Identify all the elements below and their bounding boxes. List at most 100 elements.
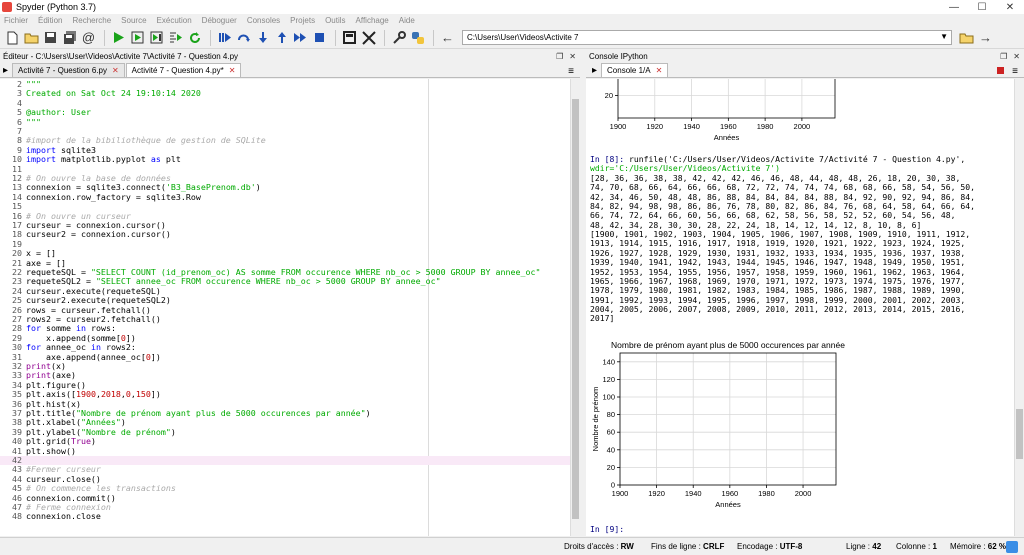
- rerun-icon[interactable]: [186, 29, 203, 46]
- working-directory-value: C:\Users\User\Videos\Activite 7: [467, 33, 579, 42]
- maximize-button[interactable]: ☐: [968, 0, 996, 14]
- close-tab-icon[interactable]: ✕: [229, 66, 236, 75]
- step-icon[interactable]: [235, 29, 252, 46]
- options-menu-icon[interactable]: ≡: [1012, 66, 1018, 77]
- console-pane-title: Console IPython: [589, 52, 648, 61]
- chevron-down-icon[interactable]: ▼: [940, 32, 948, 41]
- code-line[interactable]: 20 x = []: [0, 248, 570, 258]
- status-value: UTF-8: [779, 542, 803, 551]
- code-line[interactable]: 48 connexion.close: [0, 511, 570, 521]
- status-encoding: Encodage : UTF-8: [737, 542, 802, 551]
- scrollbar-thumb[interactable]: [572, 99, 579, 519]
- x-tick-label: 1900: [612, 489, 629, 498]
- working-directory-input[interactable]: C:\Users\User\Videos\Activite 7 ▼: [462, 30, 952, 45]
- y-tick-label: 40: [607, 445, 615, 454]
- tab-label: Activité 7 - Question 4.py*: [131, 66, 224, 75]
- close-pane-icon[interactable]: ✕: [1013, 52, 1020, 61]
- continue-icon[interactable]: [292, 29, 309, 46]
- menu-fichier[interactable]: Fichier: [4, 16, 28, 25]
- undock-icon[interactable]: ❐: [1000, 52, 1007, 61]
- scrollbar-thumb[interactable]: [1016, 409, 1023, 459]
- save-icon[interactable]: [42, 29, 59, 46]
- close-pane-icon[interactable]: ✕: [569, 52, 576, 61]
- code-line[interactable]: 31 axe.append(annee_oc[0]): [0, 352, 570, 362]
- plot-frame: [617, 79, 836, 119]
- x-tick-label: 1980: [757, 122, 774, 131]
- email-icon[interactable]: @: [80, 29, 97, 46]
- status-label: Droits d'accès :: [564, 542, 619, 551]
- menu-deboguer[interactable]: Déboguer: [202, 16, 237, 25]
- console-output-line: 2004, 2005, 2006, 2007, 2008, 2009, 2010…: [590, 303, 966, 314]
- x-axis-label: Années: [715, 500, 741, 509]
- notification-icon[interactable]: [1006, 541, 1018, 553]
- tab-list-icon[interactable]: ▸: [3, 65, 8, 76]
- stop-kernel-icon[interactable]: [997, 67, 1005, 74]
- editor-scrollbar[interactable]: [570, 79, 580, 536]
- ipython-console[interactable]: 1900192019401960198020002040Années In [8…: [586, 79, 1014, 536]
- maximize-pane-icon[interactable]: [341, 29, 358, 46]
- plot-1: 1900192019401960198020002040Années: [600, 79, 840, 141]
- console-scrollbar[interactable]: [1014, 79, 1024, 536]
- code-line[interactable]: 3 Created on Sat Oct 24 19:10:14 2020: [0, 88, 570, 98]
- plot-frame: [619, 352, 837, 486]
- code-line[interactable]: 10 import matplotlib.pyplot as plt: [0, 154, 570, 165]
- save-all-icon[interactable]: [61, 29, 78, 46]
- code-line[interactable]: 14 connexion.row_factory = sqlite3.Row: [0, 192, 570, 202]
- code-text: import matplotlib.pyplot as plt: [26, 154, 181, 165]
- close-window-button[interactable]: ✕: [996, 0, 1024, 14]
- menu-consoles[interactable]: Consoles: [247, 16, 280, 25]
- tab-question-4[interactable]: Activité 7 - Question 4.py* ✕: [125, 63, 242, 77]
- new-file-icon[interactable]: [4, 29, 21, 46]
- menu-recherche[interactable]: Recherche: [72, 16, 111, 25]
- back-icon[interactable]: ←: [439, 29, 456, 46]
- code-line[interactable]: 18 curseur2 = connexion.cursor(): [0, 229, 570, 239]
- step-into-icon[interactable]: [254, 29, 271, 46]
- code-line[interactable]: 41 plt.show(): [0, 446, 570, 456]
- menu-execution[interactable]: Exécution: [157, 16, 192, 25]
- run-icon[interactable]: [110, 29, 127, 46]
- run-cell-icon[interactable]: [129, 29, 146, 46]
- python-path-icon[interactable]: [409, 29, 426, 46]
- status-label: Colonne :: [896, 542, 931, 551]
- x-tick-label: 1960: [720, 122, 737, 131]
- tab-question-6[interactable]: Activité 7 - Question 6.py ✕: [12, 63, 125, 77]
- menu-outils[interactable]: Outils: [325, 16, 345, 25]
- code-line[interactable]: 6 """: [0, 117, 570, 127]
- menu-projets[interactable]: Projets: [290, 16, 315, 25]
- code-line[interactable]: 32 print(x): [0, 361, 570, 371]
- code-line[interactable]: 35 plt.axis([1900,2018,0,150]): [0, 389, 570, 399]
- code-line[interactable]: 19: [0, 239, 570, 249]
- menu-aide[interactable]: Aide: [399, 16, 415, 25]
- preferences-icon[interactable]: [390, 29, 407, 46]
- stop-icon[interactable]: [311, 29, 328, 46]
- plot-2: 1900 1920 1940 1960 1980 2000 0 20 40 60 80 100 120 1…: [586, 336, 846, 516]
- chart-title: Nombre de prénom ayant plus de 5000 occu…: [611, 340, 845, 350]
- minimize-button[interactable]: —: [940, 0, 968, 14]
- tab-list-icon[interactable]: ▸: [592, 65, 597, 76]
- undock-icon[interactable]: ❐: [556, 52, 563, 61]
- code-line[interactable]: 40 plt.grid(True): [0, 436, 570, 446]
- code-line[interactable]: 5 @author: User: [0, 107, 570, 117]
- status-value: 1: [932, 542, 937, 551]
- menu-edition[interactable]: Édition: [38, 16, 62, 25]
- close-tab-icon[interactable]: ✕: [656, 66, 663, 75]
- menu-affichage[interactable]: Affichage: [356, 16, 389, 25]
- x-tick-label: 2000: [794, 122, 811, 131]
- browse-folder-icon[interactable]: [958, 29, 975, 46]
- tab-console[interactable]: Console 1/A ✕: [601, 63, 669, 77]
- step-return-icon[interactable]: [273, 29, 290, 46]
- run-selection-icon[interactable]: [167, 29, 184, 46]
- parent-directory-icon[interactable]: →: [977, 29, 994, 46]
- window-title: Spyder (Python 3.7): [16, 2, 97, 12]
- debug-icon[interactable]: [216, 29, 233, 46]
- x-tick-label: 1920: [646, 122, 663, 131]
- options-menu-icon[interactable]: ≡: [568, 66, 574, 77]
- fullscreen-icon[interactable]: [360, 29, 377, 46]
- code-editor[interactable]: 2 """ 3 Created on Sat Oct 24 19:10:14 2020…: [0, 79, 580, 536]
- run-cell-advance-icon[interactable]: [148, 29, 165, 46]
- menu-source[interactable]: Source: [121, 16, 146, 25]
- close-tab-icon[interactable]: ✕: [112, 66, 119, 75]
- toolbar-separator: [433, 29, 434, 46]
- editor-pane-title: Éditeur - C:\Users\User\Videos\Activite …: [3, 52, 239, 61]
- open-folder-icon[interactable]: [23, 29, 40, 46]
